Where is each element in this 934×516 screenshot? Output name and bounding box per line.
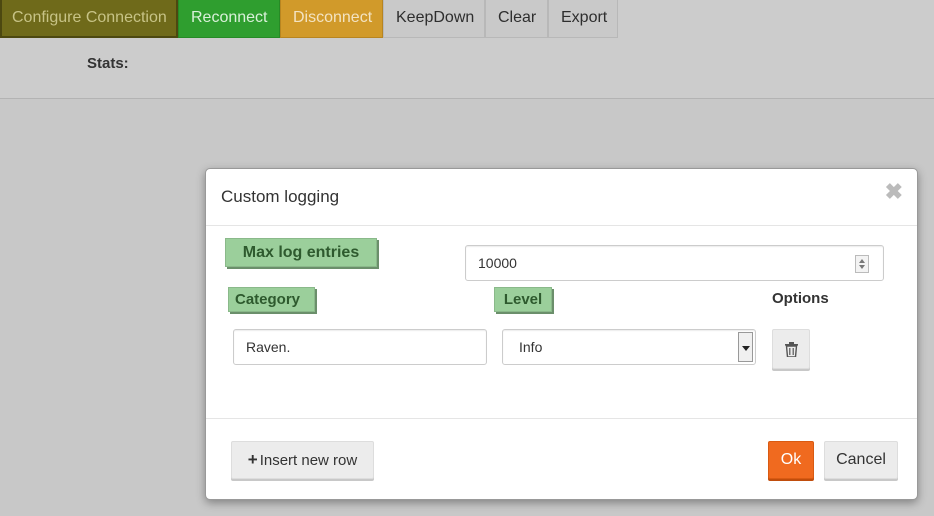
keepdown-button[interactable]: KeepDown [383,0,485,38]
category-input[interactable]: Raven. [233,329,487,365]
level-column-header: Level [494,287,552,312]
disconnect-button[interactable]: Disconnect [280,0,383,38]
max-log-entries-input[interactable]: 10000 [465,245,884,281]
dialog-footer: + Insert new row Ok Cancel [206,418,917,500]
max-log-entries-value: 10000 [478,255,517,271]
clear-button[interactable]: Clear [485,0,548,38]
plus-icon: + [247,450,258,469]
level-value: Info [519,339,543,355]
cancel-button[interactable]: Cancel [824,441,898,479]
category-column-header: Category [228,287,315,312]
stats-label: Stats: [87,55,129,72]
toolbar: Configure Connection Reconnect Disconnec… [0,0,618,38]
spinner-down-icon[interactable] [859,265,865,269]
dialog-header: Custom logging ✖ [206,169,917,226]
insert-new-row-button[interactable]: + Insert new row [231,441,374,479]
number-spinner[interactable] [855,255,869,273]
trash-icon [785,342,798,357]
export-button[interactable]: Export [548,0,618,38]
options-column-header: Options [772,290,829,307]
ok-button[interactable]: Ok [768,441,814,479]
insert-new-row-label: Insert new row [259,452,358,469]
level-select[interactable]: Info [502,329,756,365]
custom-logging-dialog: Custom logging ✖ Max log entries 10000 C… [205,168,918,500]
max-log-entries-label: Max log entries [225,238,377,267]
delete-row-button[interactable] [772,329,810,369]
spinner-up-icon[interactable] [859,259,865,263]
top-bar: Configure Connection Reconnect Disconnec… [0,0,934,99]
reconnect-button[interactable]: Reconnect [178,0,280,38]
dialog-title: Custom logging [221,187,340,206]
chevron-down-icon[interactable] [738,332,753,362]
configure-connection-button[interactable]: Configure Connection [0,0,178,38]
category-value: Raven. [246,339,291,355]
close-icon[interactable]: ✖ [885,180,903,204]
